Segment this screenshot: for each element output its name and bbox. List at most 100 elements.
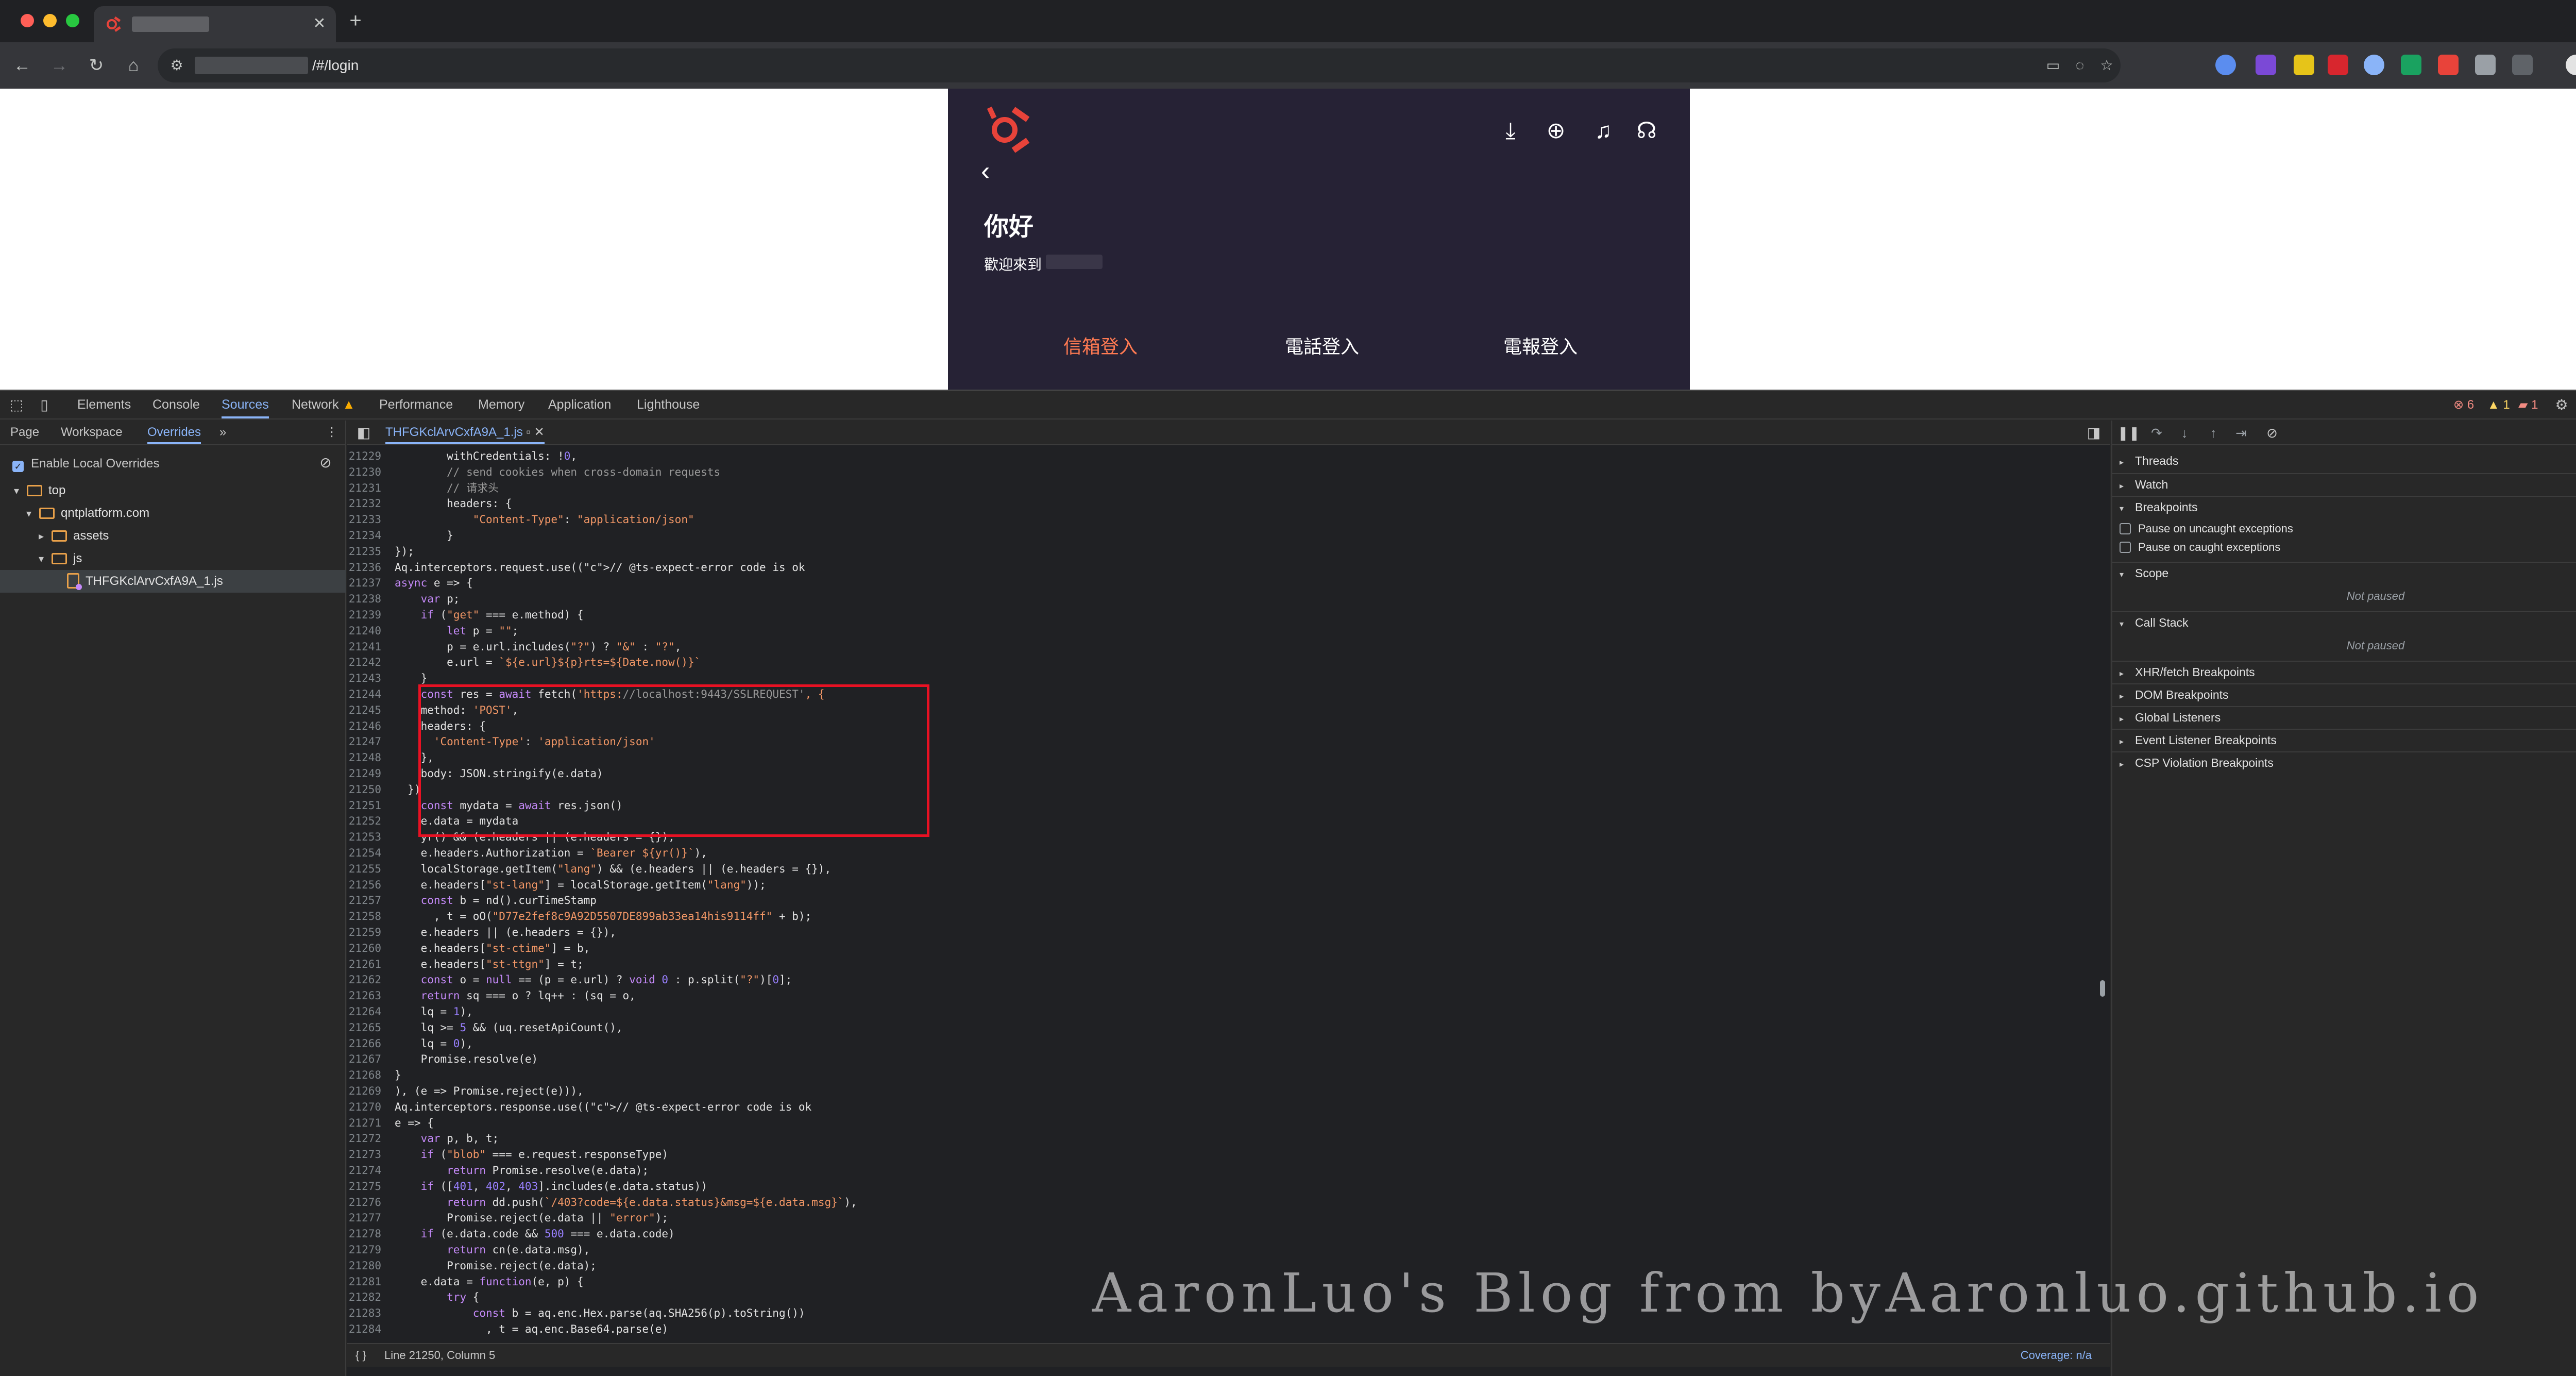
tab-email-login[interactable]: 信箱登入 [1063, 332, 1138, 359]
section-csp-breakpoints[interactable]: ▸ CSP Violation Breakpoints [2112, 751, 2576, 772]
section-threads[interactable]: ▸ Threads [2112, 450, 2576, 471]
code-line[interactable]: 21273 if ("blob" === e.request.responseT… [347, 1147, 2099, 1163]
line-number[interactable]: 21236 [347, 560, 395, 576]
tab-sources[interactable]: Sources [222, 391, 269, 418]
pause-resume-icon[interactable]: ❚❚ [2117, 423, 2140, 443]
headset-icon[interactable]: ☊ [1631, 115, 1662, 146]
line-number[interactable]: 21274 [347, 1163, 395, 1179]
tab-overrides[interactable]: Overrides [147, 421, 201, 444]
back-chevron-icon[interactable]: ‹ [981, 156, 990, 187]
deactivate-breakpoints-icon[interactable]: ⊘ [2262, 423, 2282, 443]
coverage-status[interactable]: Coverage: n/a [2021, 1344, 2092, 1367]
code-line[interactable]: 21266 lq = 0), [347, 1036, 2099, 1052]
code-line[interactable]: 21272 var p, b, t; [347, 1131, 2099, 1147]
line-number[interactable]: 21256 [347, 877, 395, 893]
code-line[interactable]: 21230 // send cookies when cross-domain … [347, 464, 2099, 480]
minimize-window-button[interactable] [43, 14, 57, 27]
line-number[interactable]: 21270 [347, 1099, 395, 1115]
tab-page[interactable]: Page [10, 421, 39, 444]
download-icon[interactable]: ⤓ [1495, 115, 1526, 146]
line-number[interactable]: 21279 [347, 1242, 395, 1258]
extension-4-icon[interactable] [2328, 55, 2348, 75]
pretty-print-icon[interactable]: { } [355, 1344, 366, 1367]
line-number[interactable]: 21251 [347, 798, 395, 814]
close-window-button[interactable] [21, 14, 34, 27]
code-line[interactable]: 21257 const b = nd().curTimeStamp [347, 893, 2099, 909]
extension-7-icon[interactable] [2438, 55, 2459, 75]
extension-6-icon[interactable] [2401, 55, 2421, 75]
close-file-icon[interactable]: ✕ [534, 425, 545, 439]
line-number[interactable]: 21262 [347, 972, 395, 988]
tab-phone-login[interactable]: 電話登入 [1285, 332, 1359, 359]
extension-3-icon[interactable] [2294, 55, 2314, 75]
pause-uncaught-checkbox[interactable] [2120, 523, 2131, 534]
tree-item-domain[interactable]: ▾ qntplatform.com [0, 502, 346, 525]
code-content[interactable]: 21229 withCredentials: !0, 21230 // send … [347, 446, 2110, 1343]
tab-application[interactable]: Application [548, 391, 611, 418]
pause-caught-checkbox[interactable] [2120, 542, 2131, 553]
cast-icon[interactable]: ▭ [2043, 56, 2063, 75]
section-call-stack[interactable]: ▾ Call Stack [2112, 611, 2576, 632]
code-line[interactable]: 21270 Aq.interceptors.response.use(("c">/… [347, 1099, 2099, 1115]
line-number[interactable]: 21271 [347, 1115, 395, 1131]
issue-count-badge[interactable]: ▰ 1 [2518, 397, 2538, 413]
line-number[interactable]: 21240 [347, 623, 395, 639]
line-number[interactable]: 21253 [347, 829, 395, 845]
tab-memory[interactable]: Memory [478, 391, 524, 418]
line-number[interactable]: 21261 [347, 957, 395, 972]
line-number[interactable]: 21233 [347, 512, 395, 528]
code-line[interactable]: 21274 return Promise.resolve(e.data); [347, 1163, 2099, 1179]
line-number[interactable]: 21234 [347, 528, 395, 544]
code-line[interactable]: 21271 e => { [347, 1115, 2099, 1131]
code-line[interactable]: 21276 return dd.push(`/403?code=${e.data… [347, 1195, 2099, 1211]
clear-overrides-icon[interactable]: ⊘ [315, 452, 336, 473]
line-number[interactable]: 21250 [347, 782, 395, 798]
code-line[interactable]: 21258 , t = oO("D77e2fef8c9A92D5507DE899… [347, 909, 2099, 925]
code-line[interactable]: 21275 if ([401, 402, 403].includes(e.dat… [347, 1179, 2099, 1195]
line-number[interactable]: 21265 [347, 1020, 395, 1036]
code-line[interactable]: 21237 async e => { [347, 575, 2099, 591]
line-number[interactable]: 21243 [347, 670, 395, 686]
section-breakpoints[interactable]: ▾ Breakpoints [2112, 496, 2576, 516]
line-number[interactable]: 21268 [347, 1067, 395, 1083]
code-line[interactable]: 21238 var p; [347, 591, 2099, 607]
code-line[interactable]: 21277 Promise.reject(e.data || "error"); [347, 1210, 2099, 1226]
enable-overrides-checkbox[interactable]: ✓ [12, 461, 24, 472]
code-line[interactable]: 21234 } [347, 528, 2099, 544]
step-out-icon[interactable]: ↑ [2203, 423, 2224, 443]
pause-caught-option[interactable]: Pause on caught exceptions [2120, 538, 2280, 557]
line-number[interactable]: 21231 [347, 480, 395, 496]
code-line[interactable]: 21239 if ("get" === e.method) { [347, 607, 2099, 623]
toggle-navigator-icon[interactable]: ◧ [353, 423, 374, 443]
tab-network[interactable]: Network ▲ [292, 391, 355, 418]
extension-8-icon[interactable] [2475, 55, 2496, 75]
line-number[interactable]: 21230 [347, 464, 395, 480]
line-number[interactable]: 21235 [347, 544, 395, 560]
section-global-listeners[interactable]: ▸ Global Listeners [2112, 706, 2576, 727]
line-number[interactable]: 21282 [347, 1289, 395, 1305]
code-line[interactable]: 21254 e.headers.Authorization = `Bearer … [347, 845, 2099, 861]
line-number[interactable]: 21248 [347, 750, 395, 766]
code-line[interactable]: 21259 e.headers || (e.headers = {}), [347, 925, 2099, 941]
tab-lighthouse[interactable]: Lighthouse [637, 391, 700, 418]
tree-item-top[interactable]: ▾ top [0, 479, 346, 502]
tab-workspace[interactable]: Workspace [61, 421, 123, 444]
extension-5-icon[interactable] [2364, 55, 2384, 75]
tree-item-assets[interactable]: ▸ assets [0, 525, 346, 547]
line-number[interactable]: 21284 [347, 1321, 395, 1337]
line-number[interactable]: 21257 [347, 893, 395, 909]
editor-tab-file[interactable]: THFGKclArvCxfA9A_1.js ▫ ✕ [385, 421, 545, 444]
toggle-debugger-icon[interactable]: ◨ [2083, 423, 2104, 443]
line-number[interactable]: 21264 [347, 1004, 395, 1020]
line-number[interactable]: 21263 [347, 988, 395, 1004]
bell-icon[interactable]: ♫ [1588, 115, 1619, 146]
line-number[interactable]: 21281 [347, 1274, 395, 1290]
code-line[interactable]: 21256 e.headers["st-lang"] = localStorag… [347, 877, 2099, 893]
code-line[interactable]: 21267 Promise.resolve(e) [347, 1051, 2099, 1067]
code-line[interactable]: 21279 return cn(e.data.msg), [347, 1242, 2099, 1258]
line-number[interactable]: 21241 [347, 639, 395, 655]
code-line[interactable]: 21242 e.url = `${e.url}${p}rts=${Date.no… [347, 655, 2099, 670]
extension-1-icon[interactable] [2215, 55, 2236, 75]
line-number[interactable]: 21267 [347, 1051, 395, 1067]
section-event-listener-breakpoints[interactable]: ▸ Event Listener Breakpoints [2112, 729, 2576, 749]
